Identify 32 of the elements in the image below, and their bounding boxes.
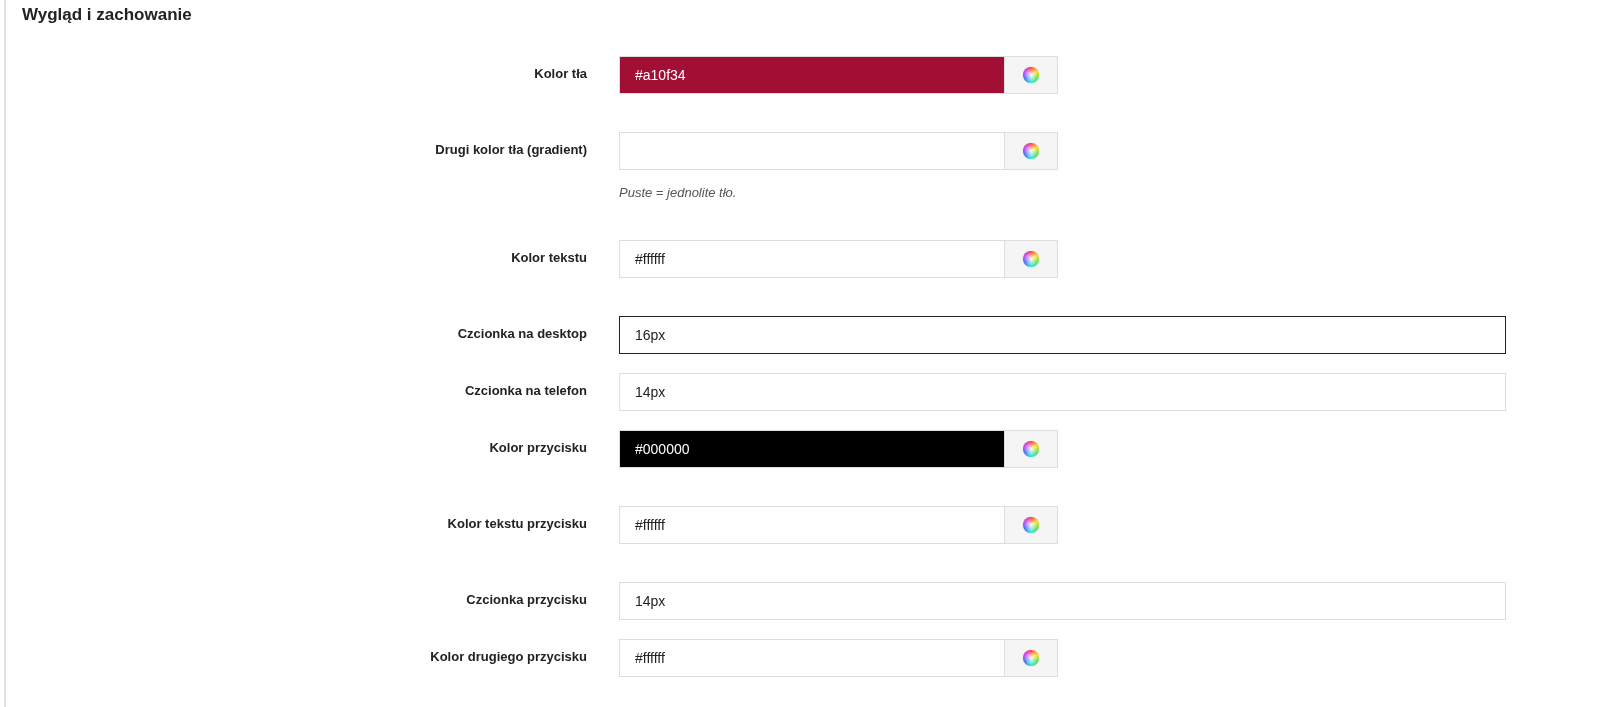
field-label: Drugi kolor tła (gradient) xyxy=(435,141,587,159)
field-label: Kolor tekstu xyxy=(511,249,587,267)
color-wheel-icon xyxy=(1023,517,1039,533)
text-input[interactable]: 14px xyxy=(619,373,1506,411)
text-input[interactable]: 16px xyxy=(619,316,1506,354)
color-input[interactable] xyxy=(619,132,1005,170)
field-hint: Puste = jednolite tło. xyxy=(619,184,737,202)
color-picker-button[interactable] xyxy=(1005,430,1058,468)
color-wheel-icon xyxy=(1023,441,1039,457)
color-picker-button[interactable] xyxy=(1005,56,1058,94)
field-label: Czcionka przycisku xyxy=(466,591,587,609)
color-input[interactable]: #a10f34 xyxy=(619,56,1005,94)
field-label: Czcionka na desktop xyxy=(457,325,587,343)
color-picker-button[interactable] xyxy=(1005,639,1058,677)
color-picker-button[interactable] xyxy=(1005,240,1058,278)
field-label: Kolor przycisku xyxy=(489,439,587,457)
field-label: Kolor tła xyxy=(534,65,587,83)
color-picker-button[interactable] xyxy=(1005,506,1058,544)
color-input[interactable]: #ffffff xyxy=(619,240,1005,278)
field-label: Czcionka na telefon xyxy=(464,382,587,400)
color-input[interactable]: #000000 xyxy=(619,430,1005,468)
color-wheel-icon xyxy=(1023,650,1039,666)
color-picker-button[interactable] xyxy=(1005,132,1058,170)
color-input[interactable]: #ffffff xyxy=(619,639,1005,677)
text-input[interactable]: 14px xyxy=(619,582,1506,620)
color-wheel-icon xyxy=(1023,143,1039,159)
color-input[interactable]: #ffffff xyxy=(619,506,1005,544)
field-label: Kolor drugiego przycisku xyxy=(430,648,587,666)
color-wheel-icon xyxy=(1023,67,1039,83)
color-wheel-icon xyxy=(1023,251,1039,267)
section-title: Wygląd i zachowanie xyxy=(22,4,192,26)
field-label: Kolor tekstu przycisku xyxy=(447,515,587,533)
